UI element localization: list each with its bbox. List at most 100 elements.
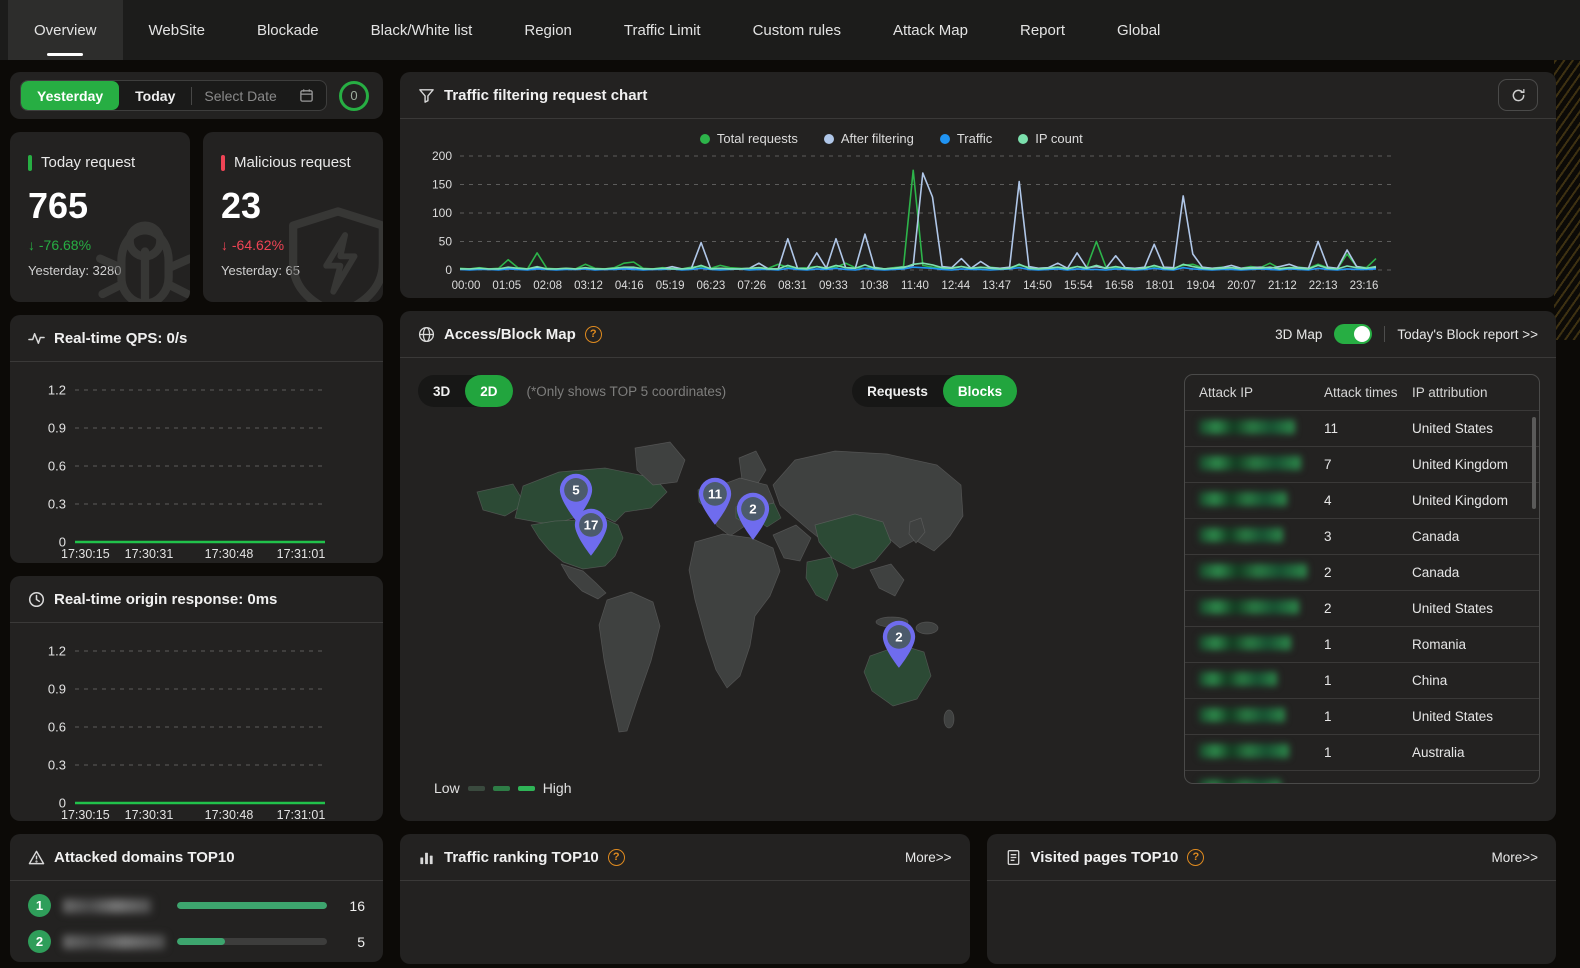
legend-dot (940, 134, 950, 144)
legend-item[interactable]: Traffic (940, 131, 992, 146)
map-body: 3D 2D (*Only shows TOP 5 coordinates) Re… (400, 358, 1556, 820)
svg-text:06:23: 06:23 (697, 280, 726, 292)
svg-text:0.6: 0.6 (47, 720, 65, 735)
table-header-row: Attack IPAttack timesIP attribution (1185, 375, 1539, 411)
svg-text:0.9: 0.9 (47, 421, 65, 436)
origin-response-card: Real-time origin response: 0ms 1.20.90.6… (10, 576, 383, 821)
requests-button[interactable]: Requests (852, 375, 943, 407)
ip-attribution-cell: China (1412, 673, 1525, 688)
traffic-ranking-help-icon[interactable]: ? (608, 849, 625, 866)
attacked-domains-list: 11625 (10, 881, 383, 959)
accent-bar (221, 155, 225, 171)
select-date-field[interactable]: Select Date (192, 88, 325, 104)
legend-item[interactable]: Total requests (700, 131, 798, 146)
column-header: IP attribution (1412, 385, 1525, 400)
svg-text:17:30:31: 17:30:31 (124, 547, 173, 560)
qps-card: Real-time QPS: 0/s 1.20.90.60.3017:30:15… (10, 315, 383, 563)
date-selector-card: Yesterday Today Select Date 0 (10, 72, 383, 119)
map-pin[interactable]: 17 (572, 508, 610, 558)
nav-tab-custom-rules[interactable]: Custom rules (727, 0, 867, 60)
3d-button[interactable]: 3D (418, 375, 465, 407)
stat-title-text: Malicious request (234, 154, 351, 171)
date-segment-group: Yesterday Today Select Date (20, 80, 327, 111)
domain-row: 25 (10, 923, 383, 959)
origin-header: Real-time origin response: 0ms (10, 576, 383, 623)
svg-text:15:54: 15:54 (1064, 280, 1093, 292)
legend-item[interactable]: IP count (1018, 131, 1082, 146)
domain-bar-track (177, 938, 327, 945)
legend-dot (1018, 134, 1028, 144)
svg-text:17:30:48: 17:30:48 (204, 547, 253, 560)
yesterday-button[interactable]: Yesterday (21, 81, 119, 110)
ip-attribution-cell: United States (1412, 601, 1525, 616)
legend-dot (700, 134, 710, 144)
3d-map-toggle[interactable] (1334, 324, 1372, 344)
table-scrollbar[interactable] (1532, 417, 1536, 509)
nav-tab-blockade[interactable]: Blockade (231, 0, 345, 60)
svg-text:19:04: 19:04 (1186, 280, 1215, 292)
svg-text:22:13: 22:13 (1309, 280, 1338, 292)
high-label: High (543, 780, 572, 796)
refresh-icon (1511, 88, 1526, 103)
blocks-button[interactable]: Blocks (943, 375, 1017, 407)
rank-badge: 2 (28, 930, 51, 953)
svg-text:12:44: 12:44 (941, 280, 970, 292)
svg-text:20:07: 20:07 (1227, 280, 1256, 292)
map-pin[interactable]: 11 (696, 477, 734, 527)
table-row: 2Canada (1185, 555, 1539, 591)
2d-button[interactable]: 2D (465, 375, 512, 407)
3d-map-label: 3D Map (1275, 327, 1322, 342)
accent-bar (28, 155, 32, 171)
map-pin[interactable]: 2 (734, 492, 772, 542)
nav-tab-report[interactable]: Report (994, 0, 1091, 60)
attack-times-cell: 1 (1324, 709, 1412, 724)
malicious-request-card: Malicious request 23 ↓ -64.62% Yesterday… (203, 132, 383, 302)
domain-bar-fill (177, 902, 327, 909)
nav-tab-region[interactable]: Region (498, 0, 598, 60)
status-ring-badge[interactable]: 0 (339, 81, 369, 111)
right-column: Traffic filtering request chart Total re… (400, 72, 1556, 964)
traffic-ranking-more-link[interactable]: More>> (905, 850, 952, 865)
svg-text:200: 200 (432, 149, 452, 163)
nav-tab-global[interactable]: Global (1091, 0, 1186, 60)
africa (689, 534, 780, 688)
divider (1384, 326, 1385, 342)
calendar-icon (299, 88, 314, 103)
bug-icon (86, 202, 190, 302)
svg-text:21:12: 21:12 (1268, 280, 1297, 292)
qps-chart: 1.20.90.60.3017:30:1517:30:3117:30:4817:… (29, 370, 365, 560)
map-pin[interactable]: 2 (880, 620, 918, 670)
ip-attribution-cell: United Kingdom (1412, 457, 1525, 472)
blurred-attack-ip (1199, 564, 1307, 578)
nav-tab-black-white-list[interactable]: Black/White list (345, 0, 499, 60)
visited-pages-help-icon[interactable]: ? (1187, 849, 1204, 866)
nav-tab-traffic-limit[interactable]: Traffic Limit (598, 0, 727, 60)
nav-tab-attack-map[interactable]: Attack Map (867, 0, 994, 60)
density-swatch (493, 786, 510, 791)
table-row: 1Romania (1185, 627, 1539, 663)
requests-blocks-segment: Requests Blocks (852, 375, 1017, 407)
svg-text:14:50: 14:50 (1023, 280, 1052, 292)
table-row: 11United States (1185, 411, 1539, 447)
block-report-link[interactable]: Today's Block report >> (1397, 327, 1538, 342)
nav-tab-website[interactable]: WebSite (123, 0, 231, 60)
blurred-attack-ip (1199, 636, 1291, 650)
column-header: Attack IP (1199, 385, 1324, 400)
attacked-domains-header: Attacked domains TOP10 (10, 834, 383, 881)
ip-attribution-cell: Canada (1412, 529, 1525, 544)
domain-bar-track (177, 902, 327, 909)
legend-label: IP count (1035, 131, 1082, 146)
attacked-domains-title: Attacked domains TOP10 (54, 849, 235, 866)
refresh-button[interactable] (1498, 79, 1538, 111)
visited-pages-more-link[interactable]: More>> (1491, 850, 1538, 865)
ip-attribution-cell: Australia (1412, 745, 1525, 760)
map-density-legend: Low High (434, 780, 571, 796)
traffic-ranking-card: Traffic ranking TOP10 ? More>> (400, 834, 970, 964)
today-button[interactable]: Today (119, 81, 191, 110)
warning-icon (28, 849, 45, 866)
blurred-attack-ip (1199, 708, 1285, 722)
map-help-icon[interactable]: ? (585, 326, 602, 343)
visited-pages-header: Visited pages TOP10 ? More>> (987, 834, 1557, 881)
nav-tab-overview[interactable]: Overview (8, 0, 123, 60)
legend-item[interactable]: After filtering (824, 131, 914, 146)
